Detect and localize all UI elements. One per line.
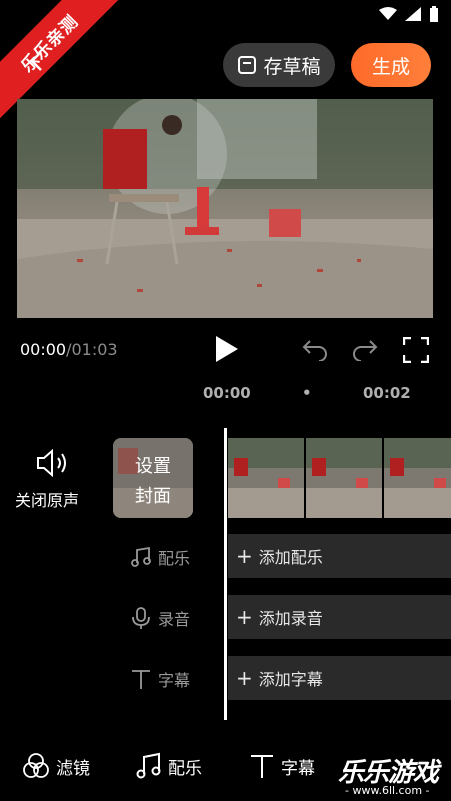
music-icon (136, 752, 161, 779)
add-record-label: 添加录音 (258, 609, 323, 628)
bottom-subtitle-label: 字幕 (281, 758, 315, 779)
playhead[interactable] (224, 428, 227, 720)
clip-strip[interactable] (228, 438, 451, 518)
mute-original-label[interactable]: 关闭原声 (15, 487, 79, 511)
plus-icon: + (236, 605, 253, 629)
add-record-button[interactable]: + 添加录音 (228, 595, 451, 639)
text-icon (132, 670, 150, 689)
watermark-url: - www.6ll.com - (345, 784, 430, 797)
cover-label-line1: 设置 (135, 456, 171, 477)
video-frame-image (17, 99, 433, 318)
speaker-icon[interactable] (36, 449, 70, 477)
bottom-music-button[interactable]: 配乐 (136, 752, 202, 780)
timeline-marker-dot: • (302, 384, 312, 402)
mic-icon (132, 607, 150, 629)
track-music-label: 配乐 (158, 549, 191, 568)
cover-label-line2: 封面 (135, 486, 171, 507)
add-music-label: 添加配乐 (258, 548, 323, 567)
draft-icon (238, 56, 257, 74)
video-preview[interactable] (17, 99, 433, 318)
plus-icon: + (236, 544, 253, 568)
filter-icon (23, 753, 49, 778)
fullscreen-icon[interactable] (403, 337, 429, 363)
text-icon (251, 755, 273, 778)
play-icon[interactable] (213, 335, 239, 363)
track-label-subtitle: 字幕 (130, 667, 190, 691)
track-record-label: 录音 (158, 610, 191, 629)
undo-icon[interactable] (302, 337, 328, 361)
bottom-filter-button[interactable]: 滤镜 (22, 752, 90, 780)
clip-thumbnail (306, 438, 382, 518)
set-cover-button[interactable]: 设置 封面 (113, 438, 193, 518)
add-subtitle-button[interactable]: + 添加字幕 (228, 656, 451, 700)
add-subtitle-label: 添加字幕 (258, 670, 323, 689)
timeline-marker-end: 00:02 (363, 384, 411, 402)
generate-button[interactable]: 生成 (351, 43, 431, 87)
save-draft-label: 存草稿 (263, 55, 321, 78)
plus-icon: + (236, 666, 253, 690)
total-time: /01:03 (66, 340, 118, 359)
timeline-marker-start: 00:00 (203, 384, 251, 402)
status-bar (379, 6, 439, 22)
current-time: 00:00 (20, 340, 67, 359)
wifi-icon (379, 7, 397, 20)
add-music-button[interactable]: + 添加配乐 (228, 534, 451, 578)
battery-icon (430, 6, 438, 22)
music-icon (131, 546, 151, 567)
track-label-record: 录音 (130, 606, 190, 630)
back-icon[interactable] (26, 50, 48, 72)
clip-thumbnail (228, 438, 304, 518)
clip-thumbnail (384, 438, 451, 518)
track-subtitle-label: 字幕 (158, 671, 191, 690)
bottom-subtitle-button[interactable]: 字幕 (249, 752, 315, 780)
track-label-music: 配乐 (130, 545, 190, 569)
save-draft-button[interactable]: 存草稿 (223, 43, 335, 87)
signal-icon (405, 7, 421, 21)
bottom-music-label: 配乐 (168, 758, 202, 779)
redo-icon[interactable] (352, 337, 378, 361)
playback-time: 00:00/01:03 (20, 340, 118, 359)
bottom-filter-label: 滤镜 (56, 758, 90, 779)
